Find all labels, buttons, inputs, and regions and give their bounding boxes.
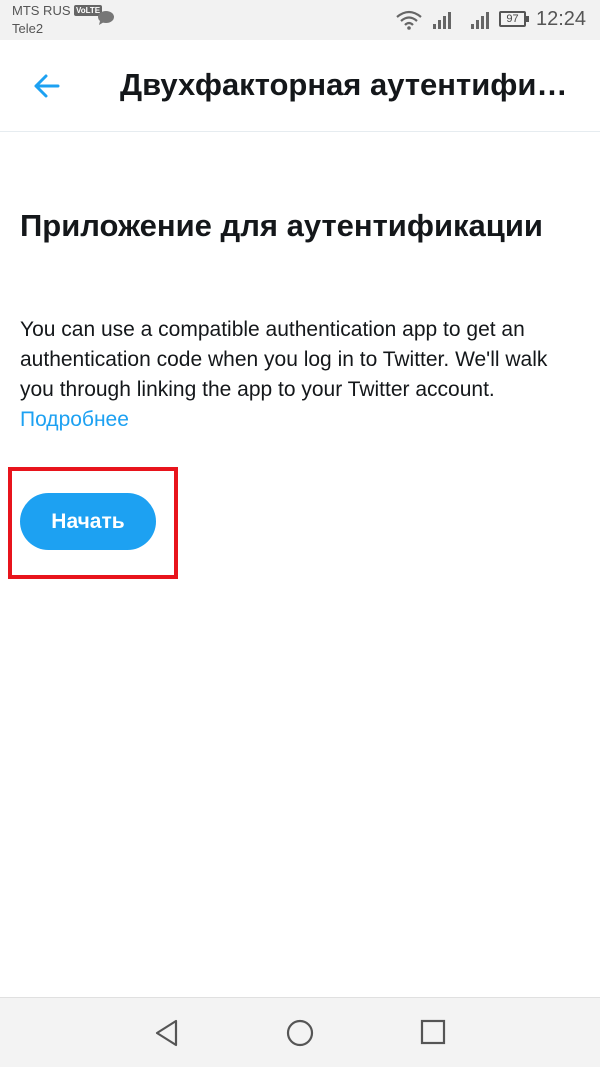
nav-recents-icon[interactable] <box>420 1019 446 1045</box>
wifi-icon <box>396 10 422 30</box>
signal-icon-sim1 <box>433 12 451 29</box>
arrow-left-icon <box>34 74 60 98</box>
nav-back-icon[interactable] <box>152 1018 182 1048</box>
signal-icon-sim2 <box>471 12 489 29</box>
clock: 12:24 <box>536 8 587 30</box>
description-text: You can use a compatible authentication … <box>20 318 548 401</box>
learn-more-link[interactable]: Подробнее <box>20 408 129 431</box>
message-icon <box>98 11 114 25</box>
carrier-secondary: Tele2 <box>12 21 44 36</box>
page-title: Двухфакторная аутентифик… <box>120 67 582 102</box>
start-button[interactable]: Начать <box>20 493 156 550</box>
navigation-bar <box>0 997 600 1067</box>
battery-level: 97 <box>506 13 519 25</box>
back-button[interactable] <box>24 66 68 106</box>
section-heading: Приложение для аутентификации <box>20 208 543 243</box>
nav-home-icon[interactable] <box>285 1018 315 1048</box>
app-bar: Двухфакторная аутентифик… <box>0 40 600 132</box>
carrier-primary: MTS RUS <box>12 3 71 18</box>
description: You can use a compatible authentication … <box>20 315 580 435</box>
status-bar: MTS RUS VoLTE Tele2 97 12:24 <box>0 0 600 40</box>
battery-icon: 97 <box>499 11 529 27</box>
